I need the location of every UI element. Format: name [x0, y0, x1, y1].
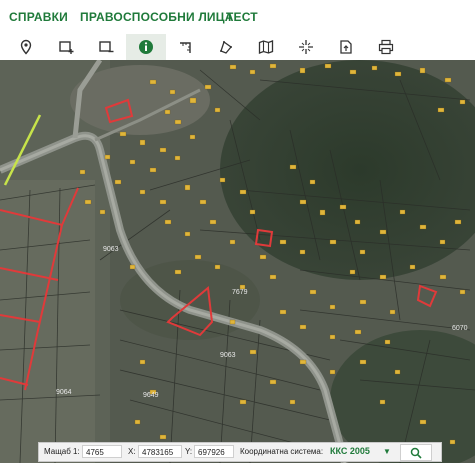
map-toolbar [0, 34, 475, 61]
nav-item-test[interactable]: ТЕСТ [226, 10, 258, 24]
x-coordinate-label: X: [128, 447, 136, 456]
scale-label: Мащаб 1: [44, 447, 80, 456]
map-layers-button[interactable] [246, 34, 286, 60]
x-coordinate-value: 4783165 [138, 445, 182, 458]
nav-item-spravki[interactable]: СПРАВКИ [9, 10, 68, 24]
parcel-label: 9649 [143, 392, 159, 399]
parcel-label: 6070 [452, 325, 468, 332]
select-rect-minus-icon [99, 41, 114, 53]
measure-length-button[interactable] [166, 34, 206, 60]
select-add-button[interactable] [46, 34, 86, 60]
scale-input[interactable]: 4765 [82, 445, 122, 458]
nav-item-pravosposobni-lica[interactable]: ПРАВОСПОСОБНИ ЛИЦА [80, 10, 234, 24]
search-icon [410, 447, 422, 459]
status-bar: Мащаб 1: 4765 X: 4783165 Y: 697926 Коорд… [38, 442, 442, 462]
satellite-map[interactable]: 9063 7679 9063 9064 9649 6070 [0, 60, 475, 463]
top-navigation: СПРАВКИ ПРАВОСПОСОБНИ ЛИЦА ТЕСТ [0, 0, 475, 34]
info-icon [139, 40, 153, 54]
parcel-label: 7679 [232, 289, 248, 296]
crs-select[interactable]: ККС 2005 [330, 445, 370, 458]
measure-area-button[interactable] [206, 34, 246, 60]
print-icon [378, 39, 394, 55]
map-view[interactable]: 9063 7679 9063 9064 9649 6070 [0, 60, 475, 463]
measure-length-icon [180, 42, 191, 53]
map-pin-icon [20, 39, 32, 55]
select-remove-button[interactable] [86, 34, 126, 60]
parcel-label: 9064 [56, 389, 72, 396]
measure-area-icon [220, 40, 232, 54]
parcel-label: 9063 [103, 246, 119, 253]
select-rect-plus-icon [59, 41, 74, 54]
y-coordinate-value: 697926 [194, 445, 234, 458]
crs-label: Координатна система: [240, 447, 324, 456]
map-layers-icon [258, 40, 274, 54]
crosshair-button[interactable] [286, 34, 326, 60]
y-coordinate-label: Y: [185, 447, 193, 456]
export-button[interactable] [326, 34, 366, 60]
chevron-down-icon[interactable]: ▼ [383, 444, 391, 459]
parcel-label: 9063 [220, 352, 236, 359]
export-icon [340, 40, 352, 54]
info-button[interactable] [126, 34, 166, 60]
crosshair-icon [299, 40, 313, 54]
print-button[interactable] [366, 34, 406, 60]
search-button[interactable] [400, 444, 432, 461]
map-pin-button[interactable] [6, 34, 46, 60]
